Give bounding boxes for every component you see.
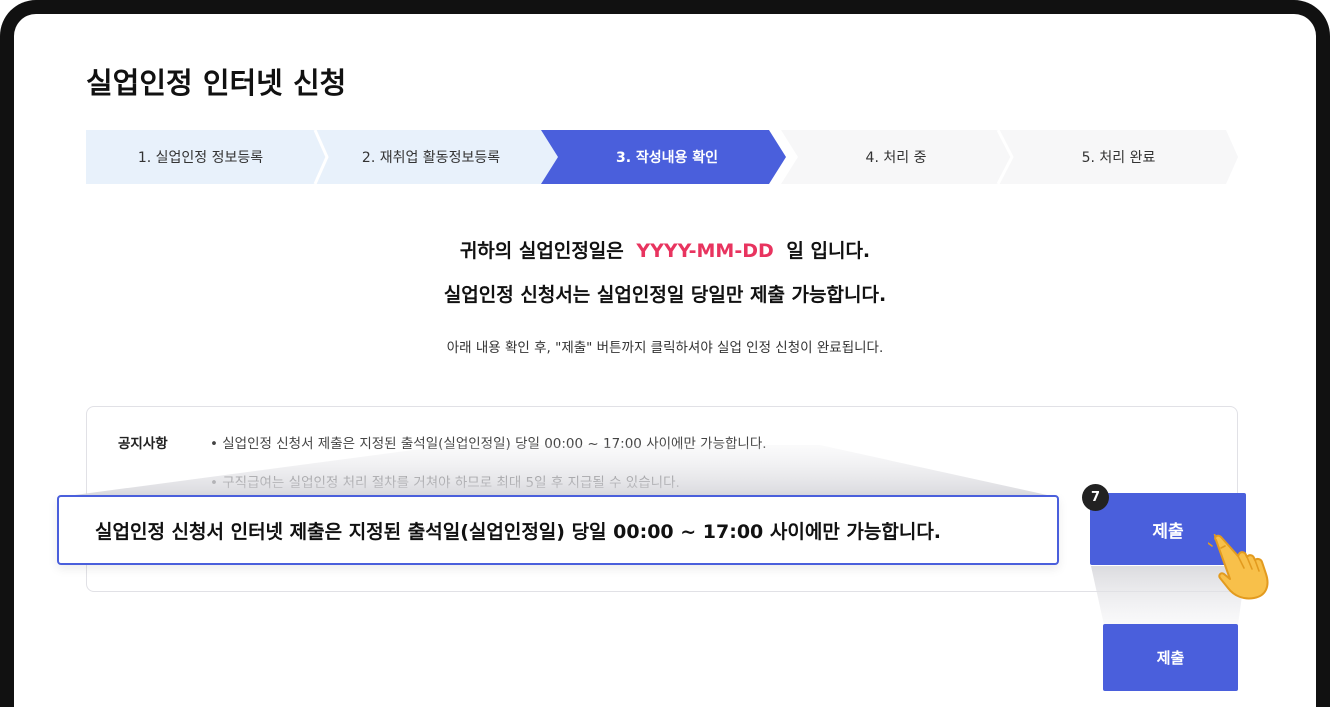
- progress-steps: 1. 실업인정 정보등록 2. 재취업 활동정보등록 3. 작성내용 확인 4.…: [86, 130, 1238, 184]
- step-4: 4. 처리 중: [865, 150, 927, 166]
- notice-item-2: • 구직급여는 실업인정 처리 절차를 거쳐야 하므로 최대 5일 후 지급될 …: [210, 475, 680, 491]
- step-5: 5. 처리 완료: [1081, 150, 1156, 166]
- submission-rule-message: 실업인정 신청서는 실업인정일 당일만 제출 가능합니다.: [443, 284, 887, 306]
- date-message-suffix: 일 입니다.: [786, 240, 871, 262]
- submit-button[interactable]: 제출: [1103, 624, 1238, 691]
- step-number-badge: 7: [1082, 484, 1109, 511]
- certification-date-message: 귀하의 실업인정일은 YYYY-MM-DD 일 입니다.: [0, 236, 1330, 263]
- certification-date: YYYY-MM-DD: [636, 240, 774, 262]
- notice-callout: 실업인정 신청서 인터넷 제출은 지정된 출석일(실업인정일) 당일 00:00…: [57, 495, 1059, 565]
- step-3-active: 3. 작성내용 확인: [615, 150, 719, 166]
- instruction-text: 아래 내용 확인 후, "제출" 버튼까지 클릭하셔야 실업 인정 신청이 완료…: [446, 340, 884, 356]
- pointing-hand-icon: [1208, 534, 1269, 600]
- date-message-prefix: 귀하의 실업인정일은: [459, 240, 624, 262]
- page-title: 실업인정 인터넷 신청: [86, 66, 347, 100]
- step-2: 2. 재취업 활동정보등록: [361, 150, 501, 166]
- step-1: 1. 실업인정 정보등록: [137, 150, 264, 166]
- notice-item-1: • 실업인정 신청서 제출은 지정된 출석일(실업인정일) 당일 00:00 ~…: [210, 436, 767, 452]
- notice-label: 공지사항: [118, 436, 168, 452]
